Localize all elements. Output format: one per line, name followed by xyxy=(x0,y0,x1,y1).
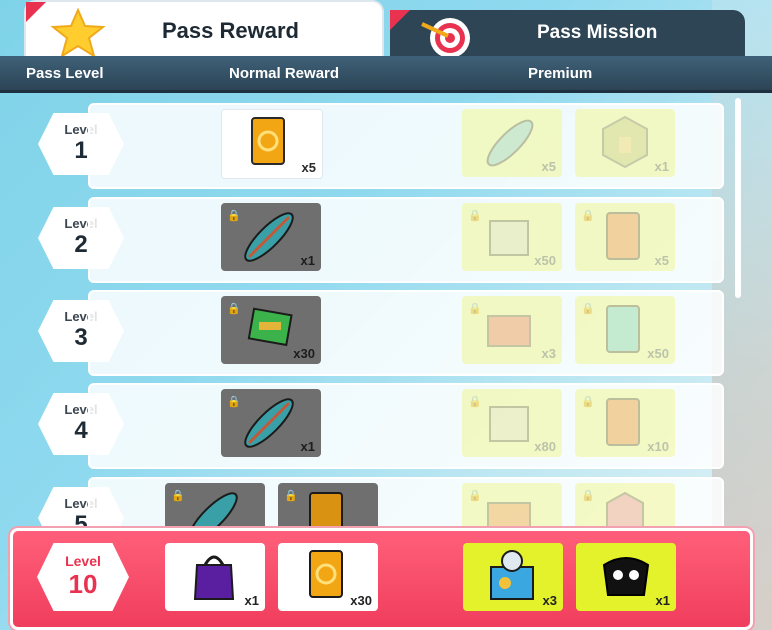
chest-icon xyxy=(484,306,534,357)
item-quantity: x1 xyxy=(300,439,315,454)
tab-label: Pass Reward xyxy=(162,18,299,43)
item-quantity: x5 xyxy=(541,159,556,174)
reward-slot-premium[interactable]: 🔒 x50 xyxy=(575,296,675,364)
mystery-box-icon xyxy=(484,211,534,266)
card-icon xyxy=(605,211,641,266)
card-icon xyxy=(308,491,344,527)
lock-icon: 🔒 xyxy=(468,303,482,315)
list-scrollbar[interactable] xyxy=(735,98,741,298)
item-quantity: x1 xyxy=(300,253,315,268)
lock-icon: 🔒 xyxy=(468,396,482,408)
lock-icon: 🔒 xyxy=(227,303,241,315)
card-icon xyxy=(308,549,344,604)
reward-slot-premium[interactable]: 🔒 x10 xyxy=(575,389,675,457)
tab-label: Pass Mission xyxy=(537,22,658,43)
outfit-icon xyxy=(598,551,654,604)
reward-slot-premium[interactable]: x1 xyxy=(575,109,675,177)
header-pass-level: Pass Level xyxy=(26,65,104,82)
item-quantity: x1 xyxy=(654,159,669,174)
featured-level-badge: Level 10 xyxy=(37,543,129,611)
lock-icon: 🔒 xyxy=(581,210,595,222)
header-premium: Premium xyxy=(528,65,593,82)
reward-slot-premium[interactable]: 🔒 xyxy=(462,483,562,527)
chest-icon xyxy=(484,493,534,527)
item-quantity: x50 xyxy=(647,346,669,361)
item-quantity: x3 xyxy=(541,346,556,361)
mystery-box-icon xyxy=(484,397,534,452)
item-quantity: x1 xyxy=(655,593,670,608)
featured-reward-row: Level 10 x1 x30 x3 x1 xyxy=(10,528,753,630)
item-quantity: x30 xyxy=(350,593,372,608)
surfboard-icon xyxy=(239,393,299,458)
reward-slot-premium[interactable]: 🔒 x3 xyxy=(462,296,562,364)
tab-pass-reward[interactable]: Pass Reward xyxy=(24,0,384,59)
star-icon xyxy=(50,7,106,63)
header-normal-reward: Normal Reward xyxy=(229,65,340,82)
reward-slot-premium[interactable]: 🔒 x80 xyxy=(462,389,562,457)
surfboard-icon xyxy=(183,487,243,527)
reward-slot-normal[interactable]: 🔒 x1 xyxy=(221,203,321,271)
reward-slot-normal[interactable]: 🔒 x1 xyxy=(221,389,321,457)
item-quantity: x5 xyxy=(654,253,669,268)
featured-slot-normal[interactable]: x30 xyxy=(278,543,378,611)
reward-slot-normal[interactable]: x5 xyxy=(221,109,323,179)
item-quantity: x3 xyxy=(542,593,557,608)
reward-slot-premium[interactable]: 🔒 xyxy=(575,483,675,527)
item-quantity: x30 xyxy=(293,346,315,361)
surfboard-icon xyxy=(239,207,299,272)
column-header: Pass Level Normal Reward Premium xyxy=(0,56,772,93)
reward-slot-normal[interactable]: 🔒 xyxy=(278,483,378,527)
card-icon xyxy=(605,304,641,359)
shopping-bag-icon xyxy=(189,549,239,606)
reward-slot-normal[interactable]: 🔒 xyxy=(165,483,265,527)
lock-icon: 🔒 xyxy=(581,303,595,315)
thumbs-up-badge-icon xyxy=(599,115,651,174)
lock-icon: 🔒 xyxy=(468,210,482,222)
reward-slot-premium[interactable]: 🔒 x50 xyxy=(462,203,562,271)
lock-icon: 🔒 xyxy=(468,490,482,502)
lock-icon: 🔒 xyxy=(581,396,595,408)
card-icon xyxy=(605,397,641,452)
fan-box-icon xyxy=(485,547,539,608)
surfboard-icon xyxy=(480,115,540,176)
reward-slot-normal[interactable]: 🔒 x30 xyxy=(221,296,321,364)
tab-corner-marker xyxy=(26,2,46,22)
lock-icon: 🔒 xyxy=(284,490,298,502)
level-word: Level xyxy=(65,553,101,569)
item-quantity: x50 xyxy=(534,253,556,268)
lock-icon: 🔒 xyxy=(581,490,595,502)
item-quantity: x80 xyxy=(534,439,556,454)
featured-slot-premium[interactable]: x3 xyxy=(463,543,563,611)
reward-list[interactable]: Level 1 x5 x5 x1 Level 2 🔒 x1 🔒 x50 🔒 x5… xyxy=(0,93,740,527)
item-quantity: x10 xyxy=(647,439,669,454)
badge-icon xyxy=(603,491,647,527)
item-quantity: x5 xyxy=(301,160,316,175)
tab-pass-mission[interactable]: Pass Mission xyxy=(390,10,745,58)
featured-slot-premium[interactable]: x1 xyxy=(576,543,676,611)
featured-slot-normal[interactable]: x1 xyxy=(165,543,265,611)
reward-slot-premium[interactable]: 🔒 x5 xyxy=(575,203,675,271)
item-quantity: x1 xyxy=(244,593,259,608)
card-icon xyxy=(250,116,286,171)
reward-slot-premium[interactable]: x5 xyxy=(462,109,562,177)
level-number: 10 xyxy=(68,569,98,599)
ticket-icon xyxy=(247,306,295,355)
tab-corner-marker xyxy=(390,10,410,30)
